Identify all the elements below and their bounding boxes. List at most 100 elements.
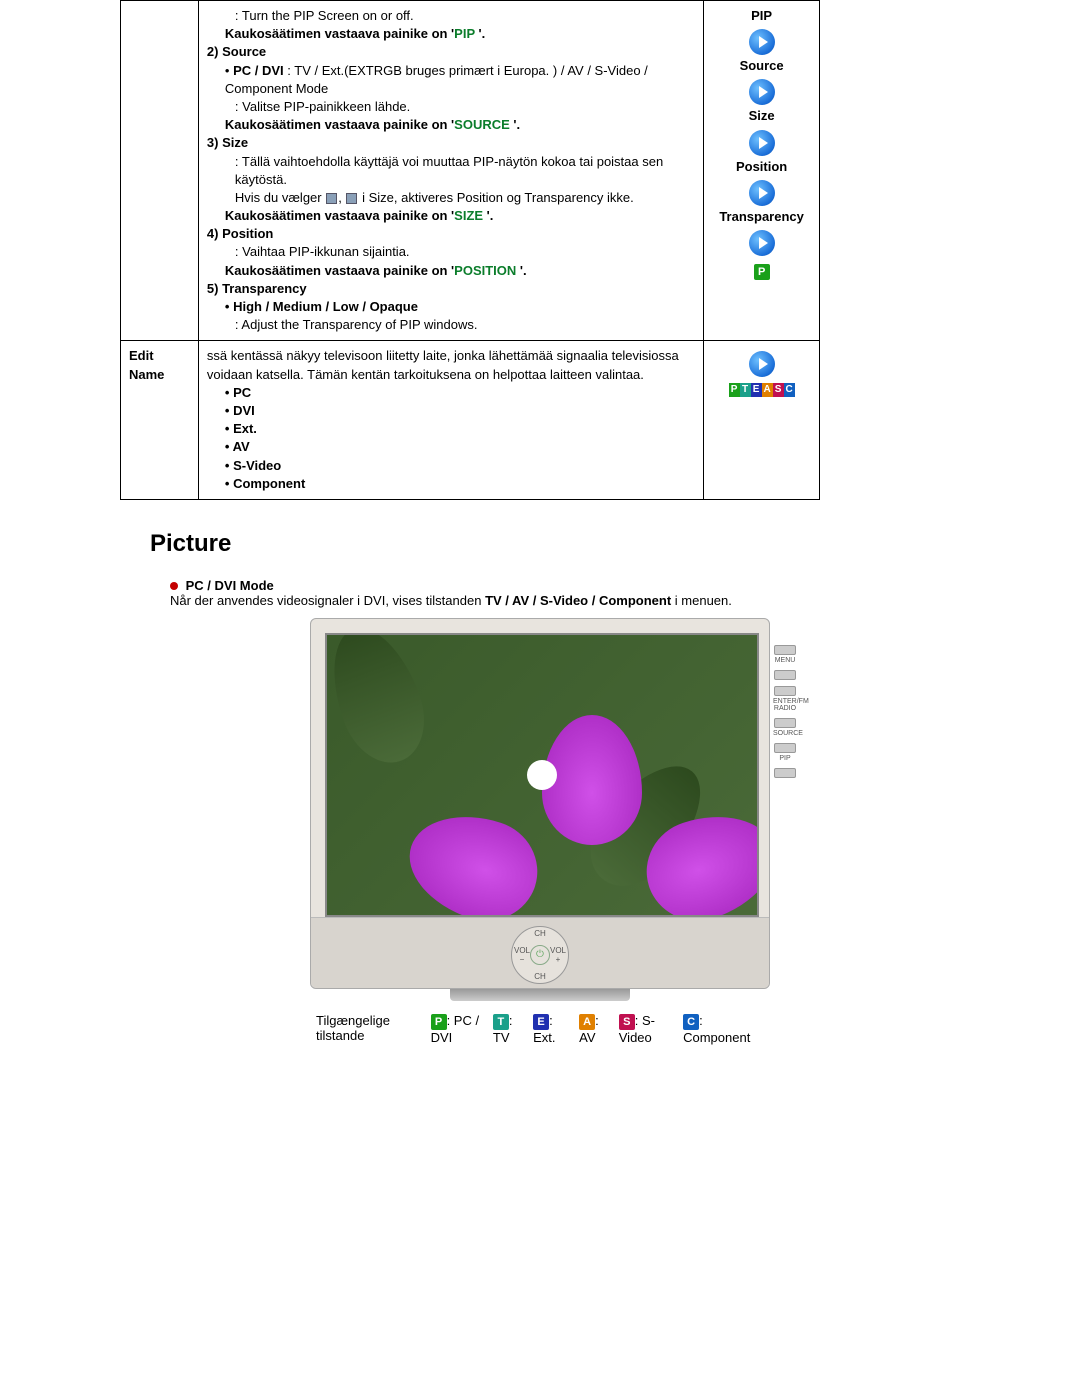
side-btn-enter (774, 686, 796, 696)
state-c: C: Component (679, 1013, 768, 1045)
bar-c: C (784, 383, 795, 397)
size-line-b: Hvis du vælger , i Size, aktiveres Posit… (207, 189, 695, 207)
remote-key-position: POSITION (454, 263, 516, 278)
position-icon-label: Position (712, 158, 811, 176)
position-header-text: 4) Position (207, 226, 273, 241)
position-line-a: : Vaihtaa PIP-ikkunan sijaintia. (207, 243, 695, 261)
edit-opt-component: • Component (207, 475, 695, 493)
edit-opt-svideo: • S-Video (207, 457, 695, 475)
edit-opt-dvi-text: • DVI (225, 403, 255, 418)
row1-icons: PIP Source Size Position Transparency P (704, 1, 820, 341)
play-icon-source (749, 79, 775, 105)
remote-suffix-2: '. (510, 117, 520, 132)
remote-suffix-4: '. (516, 263, 526, 278)
monitor-side-buttons: MENU ENTER/FM RADIO SOURCE PIP (773, 639, 797, 780)
remote-prefix-1: Kaukosäätimen vastaava painike on ' (225, 26, 454, 41)
pteascbar: PTEASC (712, 383, 811, 397)
remote-source-line: Kaukosäätimen vastaava painike on 'SOURC… (207, 116, 695, 134)
remote-size-line: Kaukosäätimen vastaava painike on 'SIZE … (207, 207, 695, 225)
badge-p-small: P (754, 264, 770, 280)
transparency-header: 5) Transparency (207, 280, 695, 298)
bar-s: S (773, 383, 784, 397)
size-header: 3) Size (207, 134, 695, 152)
pip-layout-icon-2 (346, 193, 357, 204)
transparency-desc: : Adjust the Transparency of PIP windows… (207, 316, 695, 334)
remote-prefix-4: Kaukosäätimen vastaava painike on ' (225, 263, 454, 278)
remote-key-source: SOURCE (454, 117, 510, 132)
state-t: T: TV (489, 1013, 527, 1045)
side-btn-blank (774, 670, 796, 680)
side-btn-source (774, 718, 796, 728)
bar-e: E (751, 383, 762, 397)
ch-dn-label: CH (534, 972, 546, 981)
remote-key-size: SIZE (454, 208, 483, 223)
bullet: • (225, 63, 233, 78)
source-header-text: 2) Source (207, 44, 266, 59)
leaf-icon (325, 633, 439, 774)
size-b-pre: Hvis du vælger (235, 190, 325, 205)
transparency-options-text: • High / Medium / Low / Opaque (225, 299, 418, 314)
play-icon-editname (749, 351, 775, 377)
size-line-a: : Tällä vaihtoehdolla käyttäjä voi muutt… (207, 153, 695, 189)
bullet-icon (170, 582, 178, 590)
play-icon-transparency (749, 230, 775, 256)
petal (396, 799, 551, 917)
remote-suffix-1: '. (475, 26, 485, 41)
bar-p: P (729, 383, 740, 397)
edit-opt-av-text: • AV (225, 439, 250, 454)
pip-icon-label: PIP (712, 7, 811, 25)
state-a: A: AV (575, 1013, 613, 1045)
state-e: E: Ext. (529, 1013, 573, 1045)
edit-opt-dvi: • DVI (207, 402, 695, 420)
source-icon-label: Source (712, 57, 811, 75)
transparency-options: • High / Medium / Low / Opaque (207, 298, 695, 316)
side-lbl-pip: PIP (773, 755, 797, 762)
badge-t: T (493, 1014, 509, 1030)
states-label: Tilgængelige tilstande (312, 1013, 425, 1045)
remote-key-pip: PIP (454, 26, 475, 41)
bar-a: A (762, 383, 773, 397)
edit-opt-component-text: • Component (225, 476, 305, 491)
row1-label-cell (121, 1, 199, 341)
play-icon-size (749, 130, 775, 156)
state-p: P: PC / DVI (427, 1013, 487, 1045)
size-icon-label: Size (712, 107, 811, 125)
section-title: Picture (150, 530, 960, 558)
ch-up-label: CH (534, 929, 546, 938)
remote-suffix-3: '. (483, 208, 493, 223)
control-wheel: CH CH VOL − VOL + ⏻ (511, 926, 569, 984)
mode-desc-pre: Når der anvendes videosignaler i DVI, vi… (170, 593, 485, 608)
source-post: : TV / Ext.(EXTRGB bruges primært i Euro… (225, 63, 648, 96)
badge-p: P (431, 1014, 447, 1030)
side-lbl-enter: ENTER/FM RADIO (773, 698, 797, 712)
edit-opt-pc-text: • PC (225, 385, 251, 400)
badge-a: A (579, 1014, 595, 1030)
position-header: 4) Position (207, 225, 695, 243)
edit-opt-av: • AV (207, 438, 695, 456)
vol-minus-label: VOL − (514, 946, 530, 964)
edit-opt-pc: • PC (207, 384, 695, 402)
flower-center (527, 760, 557, 790)
play-icon-pip (749, 29, 775, 55)
mode-desc-bold: TV / AV / S-Video / Component (485, 593, 671, 608)
mode-desc: Når der anvendes videosignaler i DVI, vi… (170, 593, 960, 608)
transparency-icon-label: Transparency (712, 208, 811, 226)
source-header: 2) Source (207, 43, 695, 61)
source-line-b: : Valitse PIP-painikkeen lähde. (207, 98, 695, 116)
state-s: S: S-Video (615, 1013, 677, 1045)
badge-c: C (683, 1014, 699, 1030)
transparency-header-text: 5) Transparency (207, 281, 307, 296)
petal (542, 715, 642, 845)
side-btn-menu (774, 645, 796, 655)
power-icon: ⏻ (530, 945, 550, 965)
monitor-stand (450, 989, 630, 1001)
row2-content: ssä kentässä näkyy televisoon liitetty l… (198, 341, 703, 500)
settings-table: : Turn the PIP Screen on or off. Kaukosä… (120, 0, 820, 500)
mode-header-text: PC / DVI Mode (186, 578, 274, 593)
pip-toggle-desc: : Turn the PIP Screen on or off. (207, 7, 695, 25)
row2-icons: PTEASC (704, 341, 820, 500)
remote-pip-line: Kaukosäätimen vastaava painike on 'PIP '… (207, 25, 695, 43)
size-header-text: 3) Size (207, 135, 248, 150)
row1-content: : Turn the PIP Screen on or off. Kaukosä… (198, 1, 703, 341)
play-icon-position (749, 180, 775, 206)
